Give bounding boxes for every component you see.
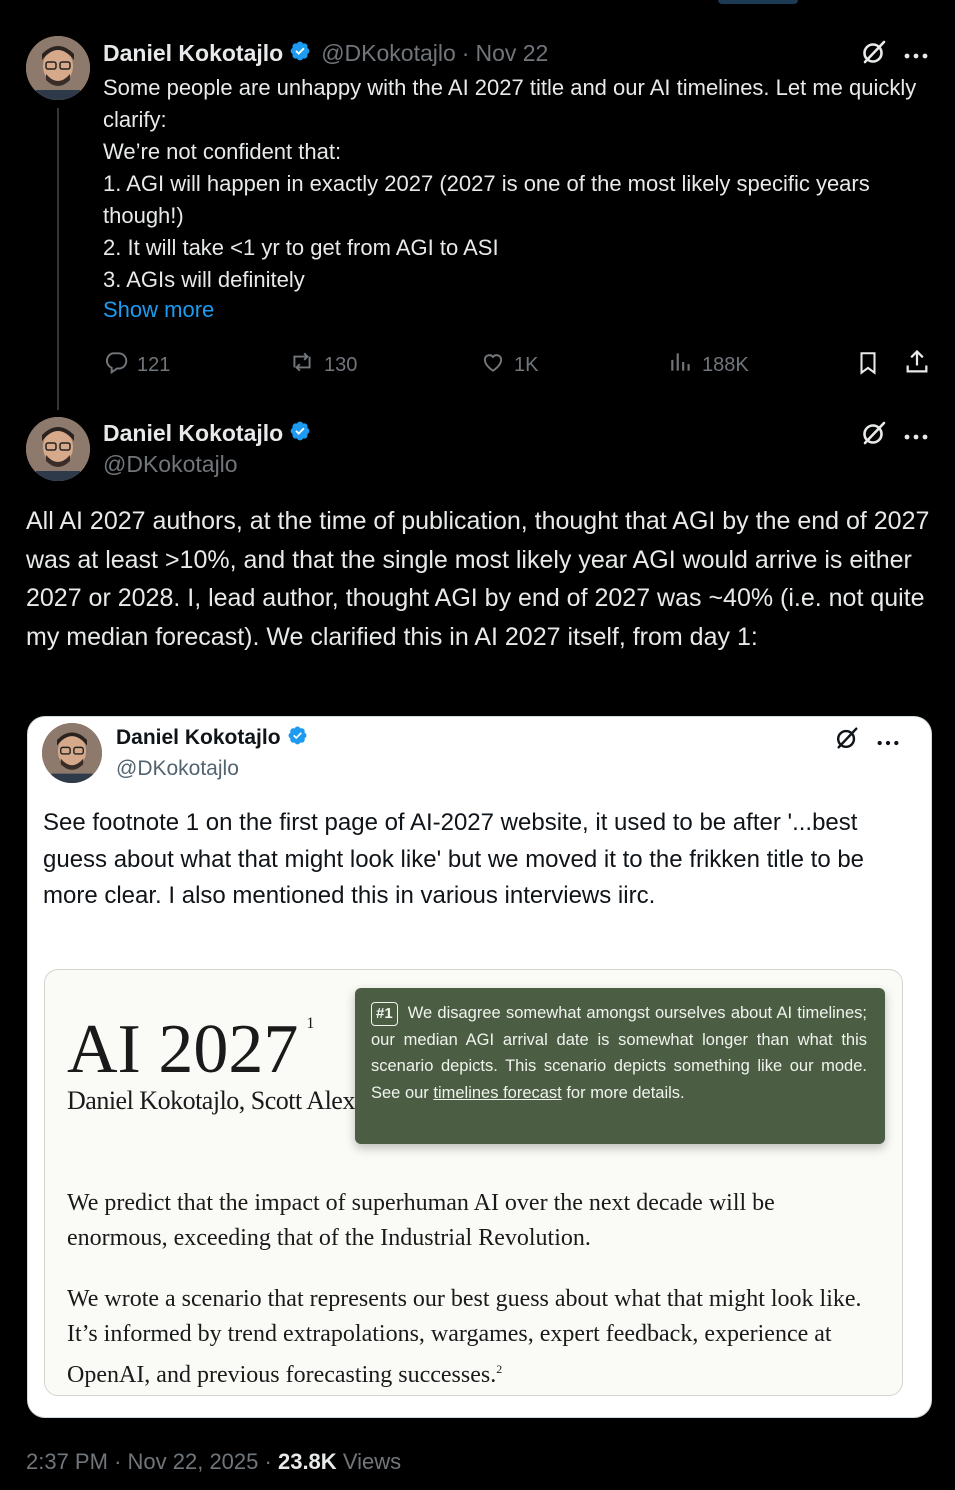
reply-icon <box>103 349 129 381</box>
verified-icon <box>289 420 311 447</box>
authors-line: Daniel Kokotajlo, Scott Alex <box>67 1086 355 1115</box>
quoted-tweet-header: Daniel Kokotajlo <box>116 725 308 751</box>
footnote-marker[interactable]: 2 <box>496 1362 502 1376</box>
show-more-link[interactable]: Show more <box>103 297 214 323</box>
views-count: 23.8K <box>277 1449 337 1474</box>
quoted-tweet-text: See footnote 1 on the first page of AI-2… <box>43 809 865 909</box>
intro-paragraph-2: We wrote a scenario that represents our … <box>67 1282 897 1393</box>
top-edge-fragment <box>718 0 798 4</box>
tooltip-text-end: for more details. <box>561 1083 685 1102</box>
author-handle[interactable]: @DKokotajlo <box>321 40 456 67</box>
page-title: AI 2027 1 <box>67 984 314 1090</box>
more-icon[interactable] <box>903 428 929 446</box>
author-name[interactable]: Daniel Kokotajlo <box>103 420 283 447</box>
tweet-date[interactable]: Nov 22 <box>475 40 548 67</box>
grok-icon[interactable] <box>860 38 888 71</box>
share-icon[interactable] <box>903 348 931 382</box>
quoted-author-handle: @DKokotajlo <box>116 757 239 780</box>
views-button[interactable]: 188K <box>668 349 749 381</box>
footnote-marker[interactable]: 1 <box>306 1015 314 1032</box>
separator: · <box>114 1449 122 1474</box>
more-icon[interactable] <box>903 47 929 65</box>
author-handle[interactable]: @DKokotajlo <box>103 451 238 478</box>
page-title-text: AI 2027 <box>67 1011 299 1088</box>
intro-paragraph-2-text: We wrote a scenario that represents our … <box>67 1286 862 1388</box>
bookmark-icon[interactable] <box>855 349 881 383</box>
separator: · <box>461 39 470 66</box>
avatar[interactable] <box>26 417 90 481</box>
action-bar: 121 130 1K 188K <box>103 347 933 379</box>
views-count: 188K <box>702 353 749 376</box>
quoted-author-name: Daniel Kokotajlo <box>116 726 281 749</box>
main-tweet-header: Daniel Kokotajlo <box>103 418 311 448</box>
repost-count: 130 <box>324 353 358 376</box>
footnote-badge: #1 <box>371 1002 398 1026</box>
avatar <box>42 723 102 783</box>
tweet-time[interactable]: 2:37 PM <box>26 1449 108 1474</box>
reply-button[interactable]: 121 <box>103 349 170 381</box>
verified-icon <box>287 725 308 751</box>
repost-button[interactable]: 130 <box>288 349 357 381</box>
verified-icon <box>289 40 311 67</box>
grok-icon[interactable] <box>860 419 888 452</box>
reply-count: 121 <box>137 353 171 376</box>
like-button[interactable]: 1K <box>480 349 538 381</box>
intro-paragraph-1: We predict that the impact of superhuman… <box>67 1190 775 1251</box>
author-name[interactable]: Daniel Kokotajlo <box>103 40 283 67</box>
like-count: 1K <box>514 353 539 376</box>
like-icon <box>480 349 506 381</box>
tweet-timestamp: 2:37 PM · Nov 22, 2025 · 23.8K Views <box>26 1449 401 1475</box>
tweet-full-date[interactable]: Nov 22, 2025 <box>128 1449 259 1474</box>
views-icon <box>668 349 694 381</box>
views-label: Views <box>342 1449 402 1474</box>
more-icon[interactable] <box>876 734 900 752</box>
parent-tweet-text: Some people are unhappy with the AI 2027… <box>103 75 917 292</box>
avatar[interactable] <box>26 36 90 100</box>
thread-line <box>57 108 59 410</box>
separator: · <box>264 1449 272 1474</box>
footnote-tooltip: #1 We disagree somewhat amongst ourselves… <box>355 988 885 1144</box>
repost-icon <box>288 349 316 381</box>
timelines-forecast-link[interactable]: timelines forecast <box>433 1084 561 1102</box>
grok-icon[interactable] <box>834 725 860 756</box>
main-tweet-text: All AI 2027 authors, at the time of publ… <box>26 507 930 651</box>
quoted-tweet-card[interactable]: Daniel Kokotajlo @DKokotajlo See footnot… <box>27 716 932 1418</box>
parent-tweet-header: Daniel Kokotajlo @DKokotajlo · Nov 22 <box>103 38 548 68</box>
ai2027-screenshot[interactable]: AI 2027 1 Daniel Kokotajlo, Scott Alex #1… <box>44 969 903 1396</box>
